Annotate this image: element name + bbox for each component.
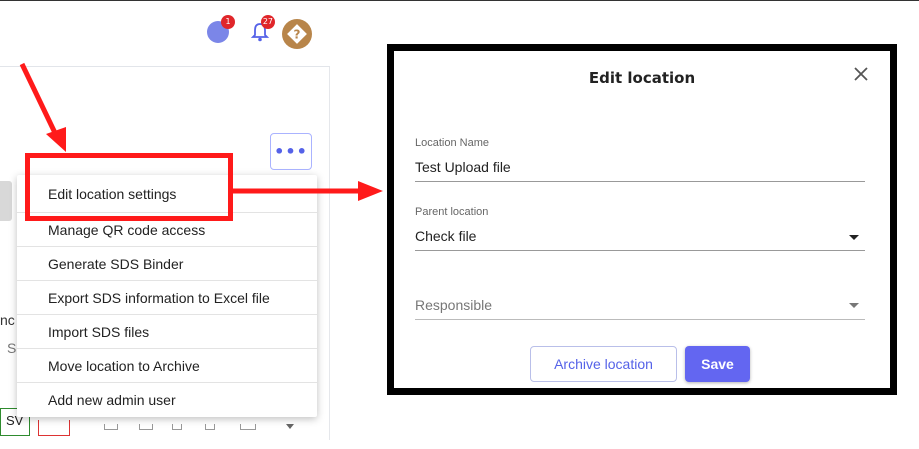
menu-item-label: Import SDS files [48, 323, 150, 340]
parent-location-chevron-down-icon[interactable] [849, 235, 859, 240]
more-dots-icon: ••• [274, 142, 308, 161]
edit-location-modal: Edit location Location Name Test Upload … [387, 44, 897, 395]
save-button[interactable]: Save [685, 346, 750, 382]
location-name-label: Location Name [415, 137, 489, 149]
menu-item-add-admin-user[interactable]: Add new admin user [17, 383, 317, 417]
annotation-arrowhead-right [358, 181, 383, 201]
responsible-underline [415, 319, 865, 320]
toolbar-caret-icon[interactable] [286, 424, 294, 429]
menu-item-export-sds-excel[interactable]: Export SDS information to Excel file [17, 281, 317, 315]
toolbar-icon-2[interactable] [139, 424, 153, 430]
red-outline-button[interactable] [38, 420, 70, 436]
side-tab[interactable] [0, 181, 12, 221]
screenshot-stage: 1 27 ? ••• nc S SV Edit location setting… [0, 0, 919, 449]
truncated-label-1: nc [0, 312, 15, 328]
menu-item-import-sds-files[interactable]: Import SDS files [17, 315, 317, 349]
menu-item-label: Generate SDS Binder [48, 255, 184, 272]
menu-item-label: Manage QR code access [48, 221, 206, 238]
menu-item-generate-sds-binder[interactable]: Generate SDS Binder [17, 247, 317, 281]
svg-text:?: ? [294, 28, 301, 42]
close-icon[interactable] [852, 65, 870, 83]
menu-item-label: Move location to Archive [48, 357, 200, 374]
location-name-underline [415, 181, 865, 182]
responsible-chevron-down-icon[interactable] [849, 303, 859, 308]
archive-location-button[interactable]: Archive location [530, 346, 677, 382]
responsible-select[interactable]: Responsible [415, 297, 492, 313]
menu-item-label: Add new admin user [48, 392, 176, 408]
top-border [0, 0, 919, 1]
toolbar-icon-5[interactable] [240, 424, 256, 430]
modal-title: Edit location [588, 69, 696, 87]
help-icon[interactable]: ? [282, 19, 312, 49]
bell-icon[interactable]: 27 [249, 15, 275, 43]
menu-item-label: Export SDS information to Excel file [48, 289, 270, 306]
parent-location-underline [415, 250, 865, 251]
toolbar-icon-4[interactable] [205, 424, 215, 430]
toolbar-icon-3[interactable] [172, 424, 182, 430]
menu-item-move-to-archive[interactable]: Move location to Archive [17, 349, 317, 383]
bell-badge: 27 [260, 15, 275, 29]
annotation-highlight-box [25, 153, 233, 221]
help-diamond-icon: ? [287, 24, 307, 44]
truncated-label-2: S [7, 340, 17, 356]
location-name-input[interactable]: Test Upload file [415, 159, 511, 175]
parent-location-select[interactable]: Check file [415, 228, 476, 244]
notes-badge: 1 [221, 15, 235, 29]
toolbar-icon-1[interactable] [104, 424, 118, 430]
more-options-button[interactable]: ••• [270, 133, 312, 170]
parent-location-label: Parent location [415, 206, 489, 218]
notes-icon[interactable]: 1 [207, 15, 235, 43]
